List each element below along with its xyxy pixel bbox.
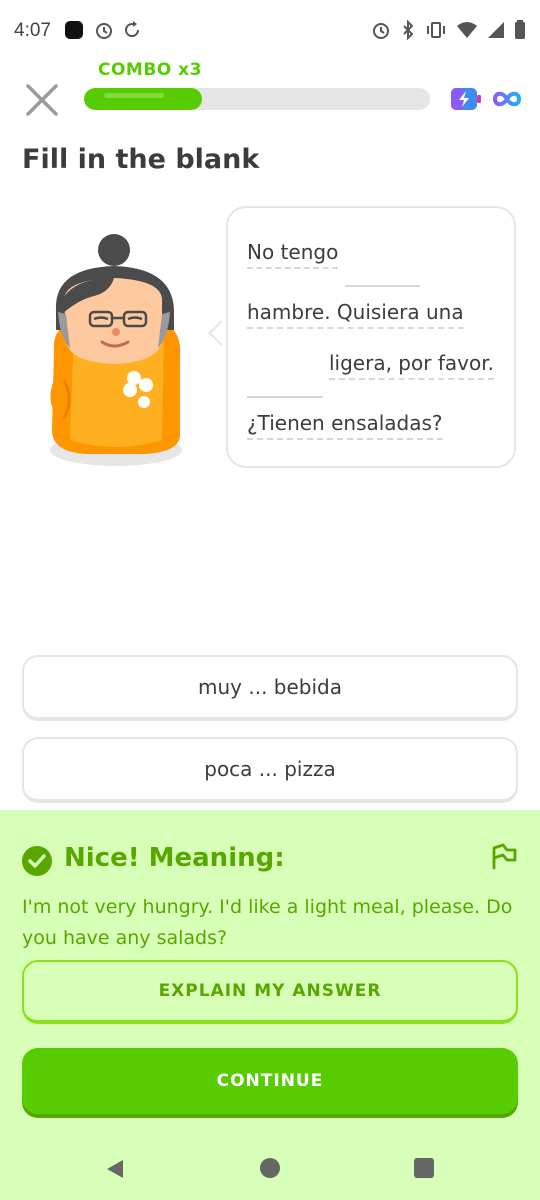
feedback-title: Nice! Meaning:: [64, 843, 285, 873]
vibrate-icon: [425, 20, 447, 44]
nav-recents-button[interactable]: [414, 1158, 434, 1178]
character-illustration: [34, 230, 194, 475]
signal-icon: [487, 20, 505, 44]
continue-button[interactable]: CONTINUE: [22, 1048, 518, 1114]
sentence-line-1: No tengo: [247, 240, 339, 269]
status-time: 4:07: [14, 20, 51, 41]
energy-icon[interactable]: [450, 86, 482, 116]
combo-label: COMBO x3: [98, 60, 202, 80]
close-icon: [26, 84, 58, 116]
sentence-line-4: ¿Tienen ensaladas?: [247, 411, 443, 440]
sync-icon: [122, 20, 142, 44]
status-bar: 4:07: [0, 0, 540, 62]
nav-back-button[interactable]: [104, 1158, 126, 1184]
close-button[interactable]: [22, 80, 62, 120]
exercise-title: Fill in the blank: [22, 144, 260, 175]
alarm-icon: [94, 20, 114, 44]
alarm-icon: [371, 20, 391, 44]
wifi-icon: [456, 20, 478, 44]
answer-blank-1: [345, 285, 420, 287]
back-triangle-icon: [107, 1160, 123, 1178]
explain-answer-button[interactable]: EXPLAIN MY ANSWER: [22, 960, 518, 1024]
battery-icon: [514, 20, 526, 44]
sentence-line-3: ligera, por favor.: [329, 351, 494, 380]
lesson-progress-fill: [84, 88, 202, 110]
infinity-icon[interactable]: [492, 88, 522, 114]
sentence-line-2: hambre. Quisiera una: [247, 300, 464, 329]
progress-shine: [104, 93, 164, 98]
report-flag-button[interactable]: [490, 842, 518, 874]
check-circle-icon: [22, 846, 52, 880]
app-icon: [64, 20, 84, 44]
nav-home-button[interactable]: [260, 1158, 280, 1178]
option-button[interactable]: poca ... pizza: [22, 737, 518, 803]
feedback-meaning: I'm not very hungry. I'd like a light me…: [22, 896, 513, 949]
option-button[interactable]: muy ... bebida: [22, 655, 518, 721]
answer-blank-2: [247, 396, 323, 398]
flag-icon: [492, 843, 517, 870]
lesson-progress-bar: [84, 88, 430, 110]
bluetooth-icon: [400, 19, 416, 44]
